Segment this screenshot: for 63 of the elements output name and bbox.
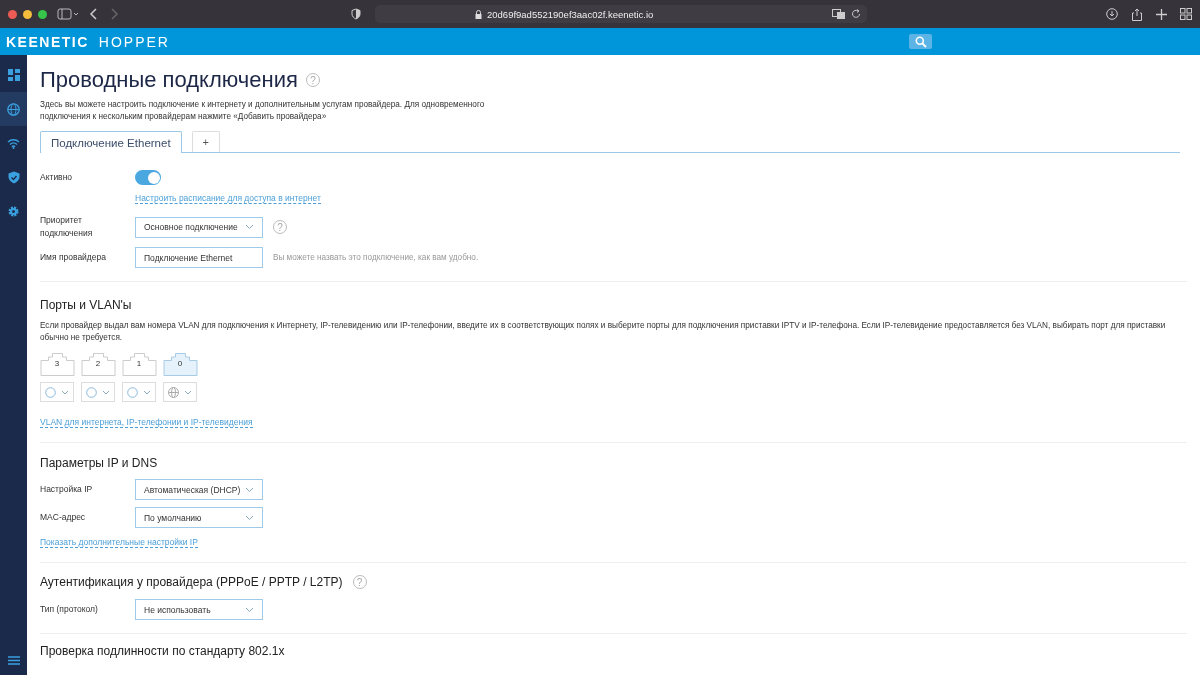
ip-setting-select[interactable]: По умолчанию — [135, 507, 263, 528]
port-icon[interactable]: 3 — [39, 353, 75, 376]
shield-icon — [7, 170, 20, 184]
port-icon[interactable]: 2 — [80, 353, 116, 376]
page-title: Проводные подключения — [40, 67, 298, 93]
circle-icon — [45, 386, 56, 398]
product-name: HOPPER — [98, 33, 170, 50]
dashboard-icon — [7, 69, 20, 81]
chevron-down-icon — [102, 389, 110, 395]
chevron-down-icon — [245, 606, 254, 613]
connection-tab[interactable]: Подключение Ethernet — [40, 131, 182, 153]
globe-icon — [168, 386, 179, 398]
field-hint: Вы можете назвать это подключение, как вам удобно. — [273, 253, 479, 262]
share-icon[interactable] — [1131, 7, 1143, 21]
new-tab-icon[interactable] — [1156, 8, 1167, 20]
protocol-select[interactable]: Не использовать — [135, 599, 263, 620]
field-label: Активно — [40, 171, 74, 184]
circle-icon — [127, 386, 138, 398]
section-description: Если провайдер выдал вам номера VLAN для подключения к Интернету, IP-телевидению или IP-телефонии, введите их в соответствующих полях и выберите порты для подключения приставки IPTV и IP-телефона. Если IP-телевидение предоставляется без VLAN, выбирать порт для приставки обычно не требуется. — [40, 320, 1167, 344]
tab-overview-icon[interactable] — [1180, 8, 1192, 20]
lock-icon — [475, 9, 482, 19]
section-title: Проверка подлинности по стандарту 802.1x — [40, 644, 286, 658]
privacy-shield-icon[interactable] — [351, 8, 361, 20]
back-icon[interactable] — [89, 8, 99, 20]
active-toggle[interactable] — [135, 170, 161, 185]
chevron-down-icon — [245, 514, 254, 521]
field-label: Тип (протокол) — [40, 603, 99, 616]
chevron-down-icon — [184, 389, 192, 395]
field-label: MAC-адрес — [40, 511, 87, 524]
sidebar-toggle-icon[interactable] — [57, 8, 79, 20]
url-text: 20d69f9ad552190ef3aac02f.keenetic.io — [487, 8, 654, 20]
chevron-down-icon — [245, 486, 254, 493]
minimize-window-icon[interactable] — [23, 9, 32, 19]
section-title: Аутентификация у провайдера (PPPoE / PPTP / L2TP) — [40, 575, 343, 589]
download-icon[interactable] — [1106, 8, 1118, 20]
ip-setting-select[interactable]: Автоматическая (DHCP) — [135, 479, 263, 500]
wifi-icon — [7, 137, 20, 149]
translate-icon[interactable] — [832, 9, 846, 19]
reload-icon[interactable] — [851, 9, 861, 19]
menu-icon[interactable] — [7, 656, 20, 665]
field-label: Приоритет подключения — [40, 214, 94, 240]
port-icon[interactable]: 0 — [162, 353, 198, 376]
priority-select[interactable]: Основное подключение — [135, 216, 263, 238]
field-label: Имя провайдера — [40, 251, 107, 264]
sidebar-item[interactable] — [0, 92, 27, 126]
search-icon — [914, 35, 927, 48]
page-description: Здесь вы можете настроить подключение к интернету и дополнительным услугам провайдера. Для одновременного подключения к нескольким провайдерам нажмите «Добавить провайдера» — [40, 99, 486, 123]
provider-name-field[interactable]: Подключение Ethernet — [135, 247, 263, 268]
port-icon[interactable]: 1 — [121, 353, 157, 376]
close-window-icon[interactable] — [8, 9, 17, 19]
address-bar[interactable]: 20d69f9ad552190ef3aac02f.keenetic.io — [375, 5, 867, 23]
connection-tab[interactable]: + — [191, 131, 221, 152]
maximize-window-icon[interactable] — [38, 9, 47, 19]
section-title: Порты и VLAN'ы — [40, 298, 133, 312]
settings-icon — [7, 204, 20, 218]
chevron-down-icon — [143, 389, 151, 395]
circle-icon — [86, 386, 97, 398]
section-title: Параметры IP и DNS — [40, 456, 159, 470]
field-label: Настройка IP — [40, 483, 94, 496]
brand-logo: KEENETIC — [6, 33, 89, 50]
chevron-down-icon — [245, 224, 254, 230]
globe-icon — [7, 102, 20, 116]
chevron-down-icon — [61, 389, 69, 395]
